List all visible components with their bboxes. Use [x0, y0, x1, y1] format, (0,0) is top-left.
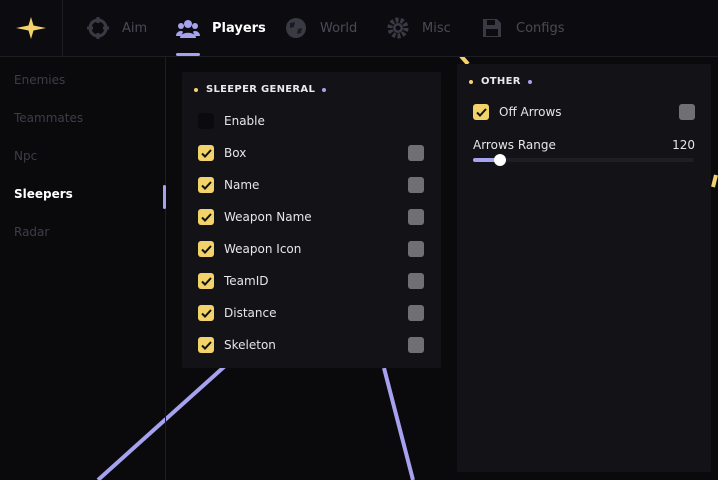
sleeper-general-panel: SLEEPER GENERAL Enable Box Name Weapon N…	[182, 72, 441, 368]
tab-world[interactable]: World	[284, 0, 357, 56]
check-icon	[475, 107, 487, 117]
logo	[0, 0, 63, 56]
weapon-name-color-swatch[interactable]	[408, 209, 424, 225]
check-icon	[200, 340, 212, 350]
star-logo-icon	[16, 17, 46, 39]
users-icon	[176, 16, 200, 40]
teamid-checkbox[interactable]	[198, 273, 214, 289]
sidebar-item-sleepers[interactable]: Sleepers	[14, 187, 73, 201]
panel-title-text: OTHER	[481, 76, 521, 87]
tab-players[interactable]: Players	[176, 0, 266, 56]
other-panel: OTHER Off Arrows Arrows Range 120	[457, 64, 711, 472]
tab-aim[interactable]: Aim	[86, 0, 147, 56]
globe-icon	[284, 16, 308, 40]
row-label: Weapon Name	[224, 210, 312, 224]
title-dot-icon	[322, 87, 327, 92]
box-color-swatch[interactable]	[408, 145, 424, 161]
sidebar-item-radar[interactable]: Radar	[14, 225, 49, 239]
row-label: TeamID	[224, 274, 269, 288]
off-arrows-checkbox[interactable]	[473, 104, 489, 120]
sidebar-item-npc[interactable]: Npc	[14, 149, 37, 163]
distance-color-swatch[interactable]	[408, 305, 424, 321]
active-tab-indicator	[176, 53, 200, 56]
check-icon	[200, 180, 212, 190]
weapon-name-row[interactable]: Weapon Name	[198, 209, 312, 225]
skeleton-checkbox[interactable]	[198, 337, 214, 353]
row-label: Enable	[224, 114, 265, 128]
check-icon	[200, 148, 212, 158]
tab-configs[interactable]: Configs	[480, 0, 564, 56]
check-icon	[200, 212, 212, 222]
check-icon	[200, 244, 212, 254]
weapon-name-checkbox[interactable]	[198, 209, 214, 225]
crosshair-icon	[86, 16, 110, 40]
row-label: Distance	[224, 306, 277, 320]
tab-label: Aim	[122, 20, 148, 36]
name-checkbox[interactable]	[198, 177, 214, 193]
skeleton-color-swatch[interactable]	[408, 337, 424, 353]
row-label: Skeleton	[224, 338, 276, 352]
top-navigation: Aim Players World Misc Configs	[0, 0, 718, 57]
check-icon	[200, 308, 212, 318]
teamid-color-swatch[interactable]	[408, 273, 424, 289]
tab-label: Players	[212, 20, 266, 36]
row-label: Off Arrows	[499, 105, 562, 119]
panel-title: SLEEPER GENERAL	[194, 84, 327, 95]
weapon-icon-row[interactable]: Weapon Icon	[198, 241, 301, 257]
teamid-row[interactable]: TeamID	[198, 273, 269, 289]
row-label: Name	[224, 178, 260, 192]
title-dot-icon	[194, 87, 198, 92]
name-row[interactable]: Name	[198, 177, 259, 193]
sidebar-item-enemies[interactable]: Enemies	[14, 73, 65, 87]
enable-checkbox[interactable]	[198, 113, 214, 129]
slider-knob[interactable]	[494, 154, 506, 166]
box-checkbox[interactable]	[198, 145, 214, 161]
name-color-swatch[interactable]	[408, 177, 424, 193]
title-dot-icon	[527, 79, 532, 84]
off-arrows-color-swatch[interactable]	[679, 104, 695, 120]
distance-checkbox[interactable]	[198, 305, 214, 321]
tab-label: Configs	[516, 20, 565, 36]
panel-title: OTHER	[469, 76, 532, 87]
title-dot-icon	[469, 79, 473, 84]
panel-title-text: SLEEPER GENERAL	[206, 84, 316, 95]
save-icon	[480, 16, 504, 40]
gear-icon	[386, 16, 410, 40]
arrows-range-label: Arrows Range	[473, 138, 556, 152]
arrows-range-value: 120	[672, 138, 695, 152]
skeleton-row[interactable]: Skeleton	[198, 337, 276, 353]
check-icon	[200, 276, 212, 286]
sidebar-item-teammates[interactable]: Teammates	[14, 111, 83, 125]
weapon-icon-checkbox[interactable]	[198, 241, 214, 257]
row-label: Box	[224, 146, 247, 160]
off-arrows-row[interactable]: Off Arrows	[473, 104, 562, 120]
arrows-range-slider[interactable]	[473, 154, 694, 166]
enable-row[interactable]: Enable	[198, 113, 265, 129]
tab-misc[interactable]: Misc	[386, 0, 451, 56]
distance-row[interactable]: Distance	[198, 305, 276, 321]
tab-label: World	[320, 20, 358, 36]
weapon-icon-color-swatch[interactable]	[408, 241, 424, 257]
active-sidebar-indicator	[163, 185, 166, 209]
tab-label: Misc	[422, 20, 451, 36]
box-row[interactable]: Box	[198, 145, 246, 161]
row-label: Weapon Icon	[224, 242, 302, 256]
